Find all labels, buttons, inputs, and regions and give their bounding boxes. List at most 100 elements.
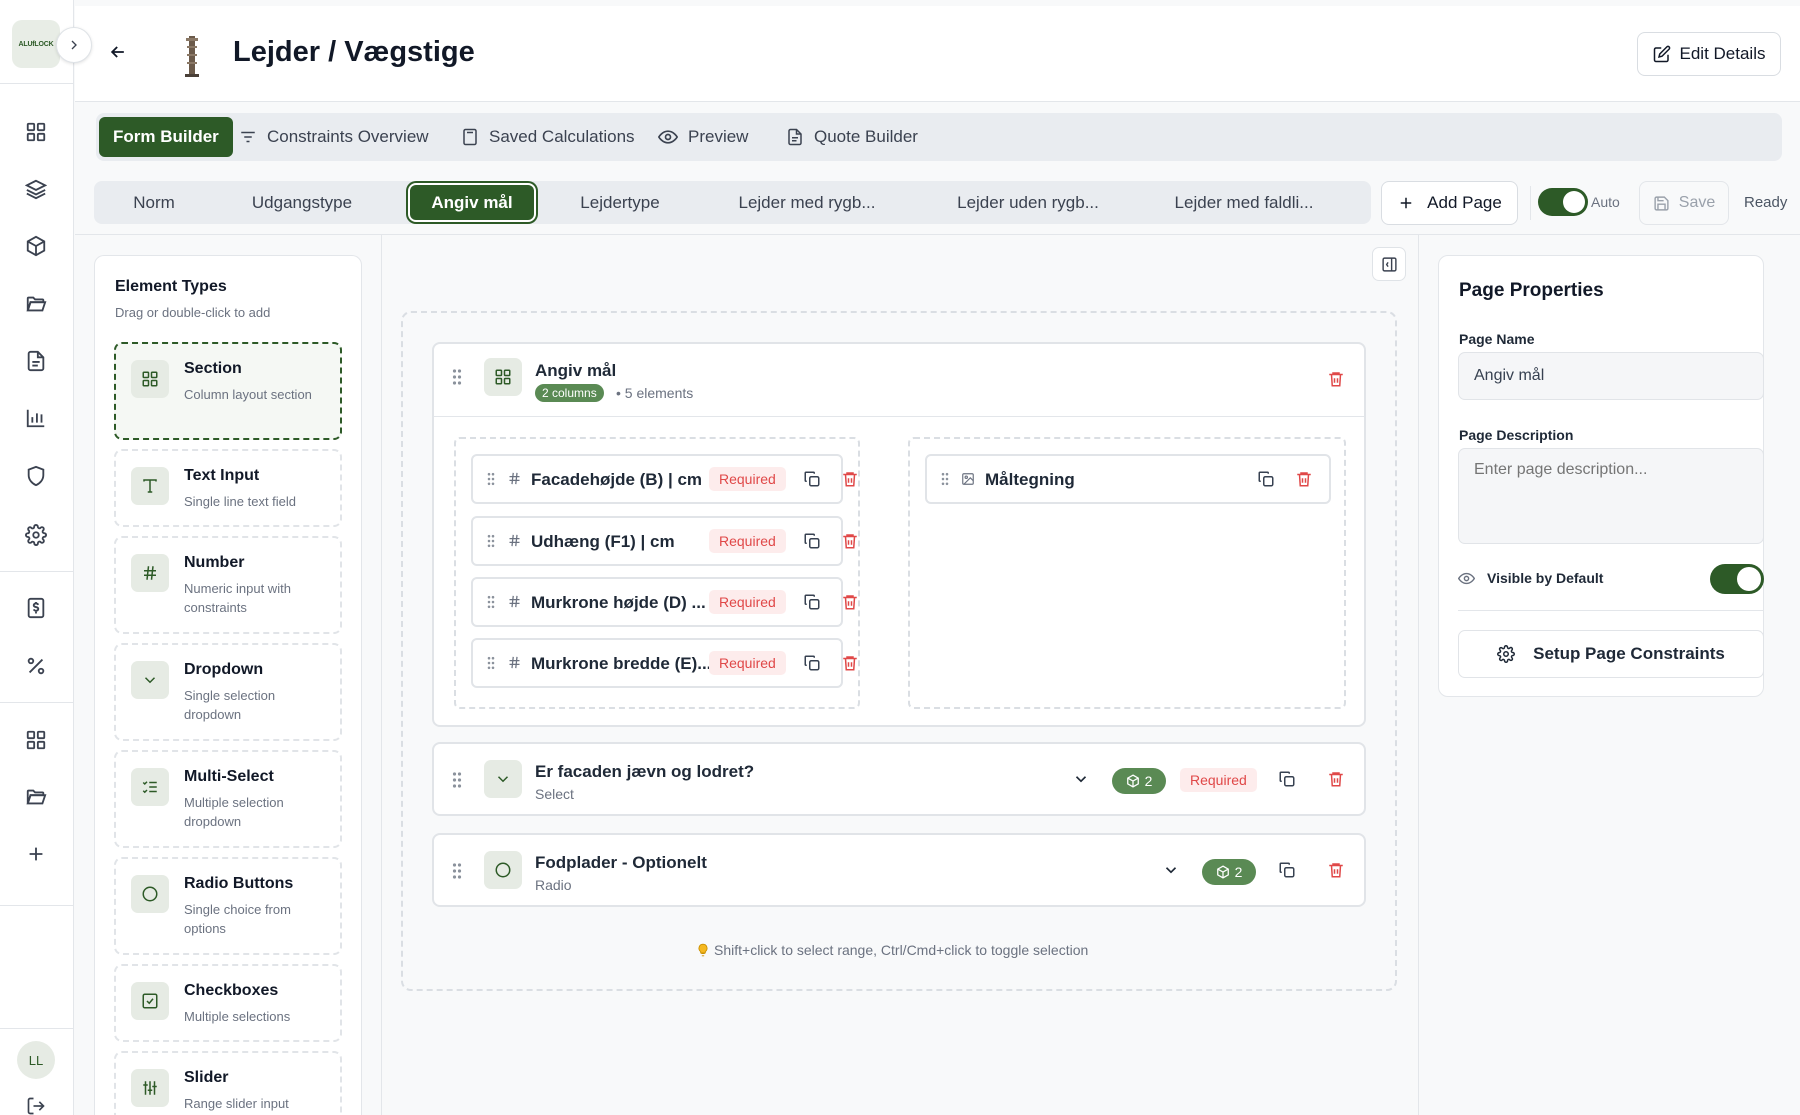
folder-open-icon[interactable] [22,783,50,811]
trash-icon[interactable] [841,470,859,488]
cube-icon [1216,865,1229,879]
tab-quote-builder[interactable]: Quote Builder [772,117,932,157]
page-tab[interactable]: Lejder uden rygb... [928,185,1128,220]
percent-icon[interactable] [22,652,50,680]
gear-icon[interactable] [22,521,50,549]
page-tab[interactable]: Lejder med rygb... [712,185,902,220]
element-type-slider[interactable]: Slider Range slider input [114,1051,342,1115]
element-type-multi-select[interactable]: Multi-Select Multiple selection dropdown [114,750,342,848]
plus-icon[interactable] [22,840,50,868]
chevron-right-icon [71,40,77,50]
duplicate-icon[interactable] [803,532,821,550]
duplicate-icon[interactable] [1257,470,1275,488]
hash-icon [507,471,522,486]
edit-icon [1653,45,1670,63]
element-type-name: Section [184,360,242,377]
invoice-dollar-icon[interactable] [22,594,50,622]
drag-handle-icon[interactable] [452,863,462,879]
tab-saved-calculations[interactable]: Saved Calculations [447,117,649,157]
duplicate-icon[interactable] [803,593,821,611]
page-tab[interactable]: Lejdertype [560,185,680,220]
expand-chevron-icon[interactable] [1162,861,1180,879]
trash-icon[interactable] [1327,770,1345,788]
element-type-name: Checkboxes [184,982,279,999]
page-tab[interactable]: Norm [114,185,194,220]
duplicate-icon[interactable] [803,654,821,672]
duplicate-icon[interactable] [1278,861,1296,879]
visible-label: Visible by Default [1487,570,1604,586]
element-type-dropdown[interactable]: Dropdown Single selection dropdown [114,643,342,741]
page-tab[interactable]: Udgangstype [234,185,370,220]
layers-icon[interactable] [22,175,50,203]
add-page-button[interactable]: Add Page [1381,181,1518,225]
page-description-field[interactable] [1458,448,1764,544]
element-type-section[interactable]: Section Column layout section [114,342,342,440]
tab-preview[interactable]: Preview [644,117,762,157]
drag-handle-icon[interactable] [487,656,495,670]
trash-icon[interactable] [841,532,859,550]
hint-text: Shift+click to select range, Ctrl/Cmd+cl… [714,942,1089,958]
edit-details-button[interactable]: Edit Details [1637,32,1781,76]
duplicate-icon[interactable] [1278,770,1296,788]
number-field[interactable]: Murkrone højde (D) ... Required [471,577,857,627]
trash-icon[interactable] [841,593,859,611]
drag-handle-icon[interactable] [452,772,462,788]
section-element[interactable]: Angiv mål 2 columns • 5 elements Facadeh… [432,342,1366,727]
number-field[interactable]: Udhæng (F1) | cm Required [471,516,857,566]
left-rail: ALUfLOCK LL [0,0,74,1115]
content-divider [75,234,1800,235]
drag-handle-icon[interactable] [487,534,495,548]
number-field[interactable]: Facadehøjde (B) | cm Required [471,454,857,504]
radio-element[interactable]: Fodplader - Optionelt Radio 2 [432,833,1366,907]
save-button[interactable]: Save [1639,181,1729,225]
cube-icon[interactable] [22,232,50,260]
tab-form-builder[interactable]: Form Builder [99,117,233,157]
number-field[interactable]: Murkrone bredde (E)... Required [471,638,857,688]
drag-handle-icon[interactable] [487,472,495,486]
shield-icon[interactable] [22,462,50,490]
document-icon[interactable] [22,347,50,375]
folder-open-icon[interactable] [22,290,50,318]
visible-by-default-toggle[interactable] [1710,564,1764,594]
dashboard-icon[interactable] [22,118,50,146]
trash-icon[interactable] [841,654,859,672]
drag-handle-icon[interactable] [452,369,462,385]
trash-icon[interactable] [1327,861,1345,879]
drag-handle-icon[interactable] [941,472,949,486]
back-button[interactable] [108,42,128,62]
avatar[interactable]: LL [17,1041,55,1079]
page-title: Lejder / Vægstige [233,36,475,68]
trash-icon[interactable] [1295,470,1313,488]
filter-lines-icon [241,131,255,143]
constraints-count-badge[interactable]: 2 [1112,768,1166,794]
section-column-left[interactable]: Facadehøjde (B) | cm Required Udhæng (F1… [454,437,860,709]
logout-icon[interactable] [22,1092,50,1115]
element-type-number[interactable]: Number Numeric input with constraints [114,536,342,634]
duplicate-icon[interactable] [803,470,821,488]
auto-save-toggle[interactable] [1538,188,1588,216]
circle-icon [131,875,169,913]
page-name-input[interactable] [1458,352,1764,400]
bar-chart-icon[interactable] [22,404,50,432]
expand-chevron-icon[interactable] [1072,770,1090,788]
app-logo[interactable]: ALUfLOCK [12,20,60,68]
sidebar-expand-button[interactable] [56,27,92,63]
delete-section-button[interactable] [1327,370,1345,388]
image-field[interactable]: Måltegning [925,454,1331,504]
select-element[interactable]: Er facaden jævn og lodret? Select 2 Requ… [432,742,1366,816]
drag-handle-icon[interactable] [487,595,495,609]
toggle-properties-panel-button[interactable] [1372,247,1406,281]
element-type-checkboxes[interactable]: Checkboxes Multiple selections [114,964,342,1042]
constraints-count-badge[interactable]: 2 [1202,859,1256,885]
toolbar-divider [1530,186,1531,220]
page-tab[interactable]: Lejder med faldli... [1146,185,1342,220]
element-type-radio-buttons[interactable]: Radio Buttons Single choice from options [114,857,342,955]
page-tab-active[interactable]: Angiv mål [410,185,534,220]
element-type-text-input[interactable]: Text Input Single line text field [114,449,342,527]
tab-constraints-overview[interactable]: Constraints Overview [225,117,443,157]
grid-icon[interactable] [22,726,50,754]
setup-page-constraints-button[interactable]: Setup Page Constraints [1458,630,1764,678]
element-type-name: Radio Buttons [184,875,294,892]
element-type-desc: Single selection dropdown [184,688,276,722]
section-column-right[interactable]: Måltegning [908,437,1346,709]
